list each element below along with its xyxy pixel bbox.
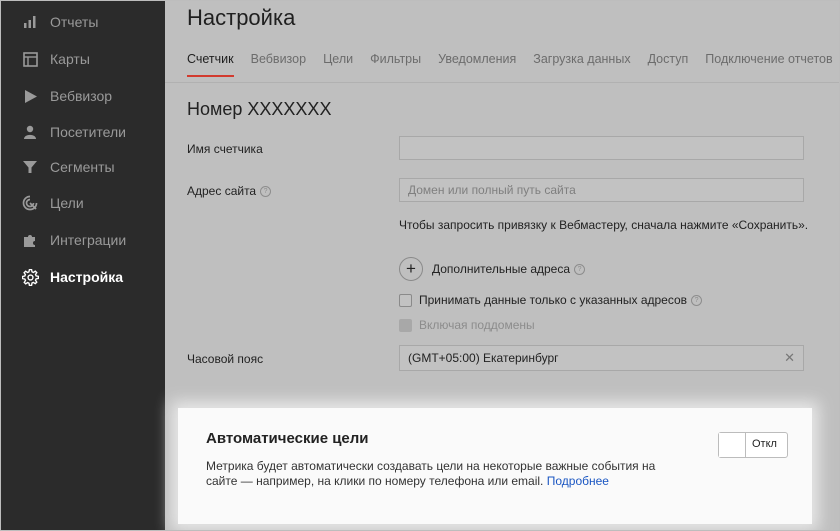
- settings-tabs: Счетчик Вебвизор Цели Фильтры Уведомления Заг…: [187, 50, 839, 82]
- sidebar-item-integrations[interactable]: Интеграции: [1, 223, 165, 257]
- additional-addresses-label: Дополнительные адреса: [432, 262, 571, 276]
- timezone-label-text: Часовой пояс: [187, 352, 264, 366]
- sidebar-item-label: Отчеты: [50, 14, 99, 30]
- timezone-value: (GMT+05:00) Екатеринбург: [408, 351, 559, 365]
- tabs-divider: [165, 82, 839, 83]
- sidebar-item-visitors[interactable]: Посетители: [1, 115, 165, 149]
- tab-data-upload[interactable]: Загрузка данных: [533, 52, 630, 75]
- site-address-label: Адрес сайта?: [187, 184, 272, 198]
- sidebar-item-label: Карты: [50, 51, 90, 67]
- sidebar-item-label: Вебвизор: [50, 88, 113, 104]
- bar-chart-icon: [20, 12, 40, 32]
- sidebar-item-settings[interactable]: Настройка: [1, 260, 165, 294]
- target-icon: [20, 193, 40, 213]
- toggle-knob: [719, 433, 746, 457]
- include-subdomains-label: Включая поддомены: [419, 318, 535, 332]
- sidebar-item-webvisor[interactable]: Вебвизор: [1, 79, 165, 113]
- clear-icon[interactable]: ✕: [784, 350, 795, 366]
- counter-name-input[interactable]: [399, 136, 804, 160]
- tab-access[interactable]: Доступ: [648, 52, 689, 75]
- sidebar: Отчеты Карты Вебвизор Посетители Сегмент…: [1, 1, 165, 530]
- only-specified-addresses-checkbox[interactable]: Принимать данные только с указанных адре…: [399, 293, 703, 307]
- learn-more-link[interactable]: Подробнее: [547, 474, 609, 488]
- sidebar-item-label: Посетители: [50, 124, 126, 140]
- sidebar-item-label: Цели: [50, 195, 84, 211]
- play-icon: [20, 86, 40, 106]
- sidebar-item-label: Настройка: [50, 269, 124, 285]
- filter-icon: [20, 157, 40, 177]
- counter-name-label: Имя счетчика: [187, 142, 263, 156]
- tab-report-connection[interactable]: Подключение отчетов: [705, 52, 832, 75]
- site-address-label-text: Адрес сайта: [187, 184, 257, 198]
- auto-goals-title: Автоматические цели: [206, 430, 369, 447]
- include-subdomains-checkbox: Включая поддомены: [399, 318, 535, 332]
- sidebar-item-maps[interactable]: Карты: [1, 42, 165, 76]
- tab-webvisor[interactable]: Вебвизор: [251, 52, 306, 75]
- user-icon: [20, 122, 40, 142]
- help-icon[interactable]: ?: [691, 294, 703, 306]
- site-address-input[interactable]: Домен или полный путь сайта: [399, 178, 804, 202]
- plus-icon[interactable]: +: [399, 257, 423, 281]
- sidebar-item-reports[interactable]: Отчеты: [1, 5, 165, 39]
- checkbox-box[interactable]: [399, 293, 412, 307]
- map-icon: [20, 49, 40, 69]
- tab-counter[interactable]: Счетчик: [187, 52, 234, 77]
- auto-goals-description: Метрика будет автоматически создавать це…: [206, 459, 676, 489]
- additional-addresses-button[interactable]: + Дополнительные адреса ?: [399, 257, 586, 281]
- only-specified-addresses-label: Принимать данные только с указанных адре…: [419, 293, 688, 307]
- help-icon[interactable]: ?: [574, 263, 586, 275]
- help-icon[interactable]: ?: [260, 185, 272, 197]
- sidebar-item-label: Интеграции: [50, 232, 127, 248]
- timezone-label: Часовой пояс: [187, 352, 263, 366]
- sidebar-item-segments[interactable]: Сегменты: [1, 150, 165, 184]
- page-title: Настройка: [187, 5, 296, 30]
- checkbox-box: [399, 318, 412, 332]
- auto-goals-toggle[interactable]: Откл: [718, 432, 788, 458]
- webmaster-note: Чтобы запросить привязку к Вебмастеру, с…: [399, 218, 809, 232]
- timezone-select[interactable]: (GMT+05:00) Екатеринбург ✕: [399, 345, 804, 371]
- tab-notifications[interactable]: Уведомления: [438, 52, 516, 75]
- tab-filters[interactable]: Фильтры: [370, 52, 421, 75]
- gear-icon: [20, 267, 40, 287]
- sidebar-item-goals[interactable]: Цели: [1, 186, 165, 220]
- puzzle-icon: [20, 230, 40, 250]
- sidebar-item-label: Сегменты: [50, 159, 115, 175]
- counter-name-label-text: Имя счетчика: [187, 142, 263, 156]
- app-window: Отчеты Карты Вебвизор Посетители Сегмент…: [0, 0, 840, 531]
- auto-goals-card: Автоматические цели Метрика будет автома…: [178, 408, 812, 524]
- toggle-label: Откл: [752, 438, 777, 450]
- tab-goals[interactable]: Цели: [323, 52, 353, 75]
- counter-number-title: Номер XXXXXXX: [187, 99, 332, 119]
